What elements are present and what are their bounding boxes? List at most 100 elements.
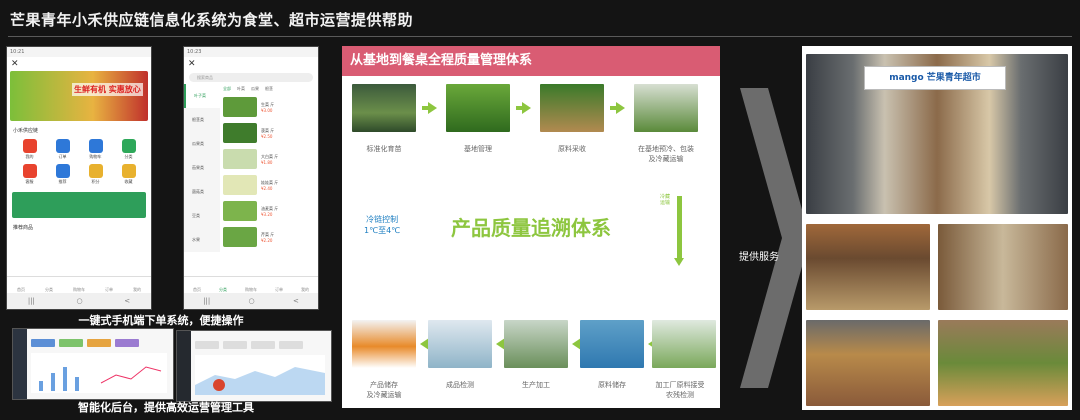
tab-category[interactable]: 分类 bbox=[45, 277, 53, 293]
category-item[interactable]: 菌菇类 bbox=[184, 180, 220, 204]
tab-all[interactable]: 全部 bbox=[223, 86, 231, 92]
close-icon[interactable]: ✕ bbox=[7, 57, 151, 71]
tab-melon[interactable]: 瓜果 bbox=[251, 86, 259, 92]
photo-testing bbox=[428, 320, 492, 368]
arrow-right-icon bbox=[422, 102, 437, 114]
home-icon[interactable]: ○ bbox=[77, 297, 83, 305]
stage-label: 加工厂原料接受 农残检测 bbox=[655, 381, 705, 399]
status-bar: 10:21 bbox=[7, 47, 151, 57]
tab-me[interactable]: 我的 bbox=[133, 277, 141, 293]
icon-item[interactable]: 订单 bbox=[46, 139, 79, 160]
tab-orders[interactable]: 订单 bbox=[105, 277, 113, 293]
arrow-down-icon bbox=[674, 258, 684, 266]
android-nav-bar: ||| ○ < bbox=[7, 293, 151, 309]
photo-store-interior bbox=[806, 224, 930, 310]
admin-dashboard-screenshot bbox=[176, 330, 332, 402]
icon-item[interactable]: 分类 bbox=[112, 139, 145, 160]
product-list: 全部 叶菜 瓜果 根茎 生菜 斤 ¥3.00 菠菜 斤 ¥2.50 大白菜 斤 ¥1.… bbox=[220, 84, 318, 252]
home-icon[interactable]: ○ bbox=[249, 297, 255, 305]
vertical-label: 冷藏运输 bbox=[660, 194, 671, 206]
category-item[interactable]: 水果 bbox=[184, 228, 220, 252]
icon-item[interactable]: 客服 bbox=[13, 164, 46, 185]
recents-icon[interactable]: ||| bbox=[203, 297, 210, 305]
stage-label: 基地管理 bbox=[464, 145, 492, 153]
category-sidebar: 叶子菜 根茎类 瓜果类 茄果类 菌菇类 豆类 水果 bbox=[184, 84, 220, 252]
tab-orders[interactable]: 订单 bbox=[275, 277, 283, 293]
icon-item[interactable]: 推荐 bbox=[46, 164, 79, 185]
tab-cart[interactable]: 购物车 bbox=[73, 277, 85, 293]
phone-screenshot-category: 10:23 ✕ 搜索商品 叶子菜 根茎类 瓜果类 茄果类 菌菇类 豆类 水果 全… bbox=[183, 46, 319, 310]
arrow-right-icon bbox=[610, 102, 625, 114]
category-item[interactable]: 茄果类 bbox=[184, 156, 220, 180]
stage-label: 产品储存 及冷藏运输 bbox=[366, 381, 402, 399]
bottom-tab-bar: 首页 分类 购物车 订单 我的 bbox=[7, 276, 151, 293]
category-item[interactable]: 根茎类 bbox=[184, 108, 220, 132]
recommend-heading: 推荐商品 bbox=[13, 225, 34, 231]
arrow-right-icon bbox=[516, 102, 531, 114]
feature-icon-grid: 我的 订单 购物车 分类 客服 推荐 积分 收藏 bbox=[7, 136, 151, 188]
photo-store-interior bbox=[806, 320, 930, 406]
service-label: 提供服务 bbox=[739, 252, 779, 263]
recents-icon[interactable]: ||| bbox=[28, 297, 35, 305]
admin-dashboard-screenshot bbox=[12, 328, 174, 400]
phone-screenshot-home: 10:21 ✕ 生鲜有机 实惠放心 小禾供应链 我的 订单 购物车 分类 客服 … bbox=[6, 46, 152, 310]
status-bar: 10:23 bbox=[184, 47, 318, 57]
search-input[interactable]: 搜索商品 bbox=[189, 73, 313, 82]
title-divider bbox=[8, 36, 1072, 37]
tab-cart[interactable]: 购物车 bbox=[245, 277, 257, 293]
panel-header: 从基地到餐桌全程质量管理体系 bbox=[342, 46, 720, 76]
category-item[interactable]: 豆类 bbox=[184, 204, 220, 228]
close-icon[interactable]: ✕ bbox=[184, 57, 318, 71]
backend-caption: 智能化后台，提供高效运营管理工具 bbox=[78, 401, 254, 414]
photo-store-interior bbox=[938, 320, 1068, 406]
list-item[interactable]: 菠菜 斤 ¥2.50 bbox=[220, 120, 318, 146]
quality-system-panel: 从基地到餐桌全程质量管理体系 标准化育苗 基地管理 原料采收 在基地预冷、包装 … bbox=[342, 46, 720, 408]
icon-item[interactable]: 购物车 bbox=[79, 139, 112, 160]
tab-home[interactable]: 首页 bbox=[17, 277, 25, 293]
photo-processing bbox=[504, 320, 568, 368]
stage-label: 原料采收 bbox=[558, 145, 586, 153]
list-item[interactable]: 芹菜 斤 ¥2.20 bbox=[220, 224, 318, 250]
photo-inspection bbox=[652, 320, 716, 368]
stage-label: 在基地预冷、包装 及冷藏运输 bbox=[638, 145, 694, 163]
store-photos: mango 芒果青年超市 bbox=[802, 46, 1072, 410]
android-nav-bar: ||| ○ < bbox=[184, 293, 318, 309]
banner-text: 生鲜有机 实惠放心 bbox=[72, 83, 143, 96]
shop-name: 小禾供应链 bbox=[13, 128, 39, 134]
chevron-right-icon bbox=[740, 88, 810, 388]
stage-label: 标准化育苗 bbox=[366, 145, 402, 153]
list-item[interactable]: 油麦菜 斤 ¥3.20 bbox=[220, 198, 318, 224]
tab-home[interactable]: 首页 bbox=[193, 277, 201, 293]
photo-harvest bbox=[540, 84, 604, 132]
list-item[interactable]: 大白菜 斤 ¥1.80 bbox=[220, 146, 318, 172]
category-item[interactable]: 瓜果类 bbox=[184, 132, 220, 156]
icon-item[interactable]: 我的 bbox=[13, 139, 46, 160]
back-icon[interactable]: < bbox=[293, 297, 299, 305]
photo-storage bbox=[580, 320, 644, 368]
list-item[interactable]: 娃娃菜 斤 ¥2.40 bbox=[220, 172, 318, 198]
stage-label: 成品检测 bbox=[446, 381, 474, 389]
photo-base bbox=[446, 84, 510, 132]
tab-category[interactable]: 分类 bbox=[219, 277, 227, 293]
tab-me[interactable]: 我的 bbox=[301, 277, 309, 293]
produce-banner: 生鲜有机 实惠放心 bbox=[10, 71, 148, 121]
page-title: 芒果青年小禾供应链信息化系统为食堂、超市运营提供帮助 bbox=[10, 11, 414, 29]
tab-root[interactable]: 根茎 bbox=[265, 86, 273, 92]
photo-packing bbox=[634, 84, 698, 132]
down-arrow-shaft bbox=[677, 196, 682, 260]
bottom-tab-bar: 首页 分类 购物车 订单 我的 bbox=[184, 276, 318, 293]
icon-item[interactable]: 积分 bbox=[79, 164, 112, 185]
category-item[interactable]: 叶子菜 bbox=[184, 84, 220, 108]
photo-truck bbox=[352, 320, 416, 368]
store-sign: mango 芒果青年超市 bbox=[864, 66, 1006, 90]
list-item[interactable]: 生菜 斤 ¥3.00 bbox=[220, 94, 318, 120]
photo-seedling bbox=[352, 84, 416, 132]
tab-leaf[interactable]: 叶菜 bbox=[237, 86, 245, 92]
photo-storefront: mango 芒果青年超市 bbox=[806, 54, 1068, 214]
mobile-caption: 一键式手机端下单系统，便捷操作 bbox=[78, 314, 244, 327]
photo-store-interior bbox=[938, 224, 1068, 310]
back-icon[interactable]: < bbox=[124, 297, 130, 305]
stage-label: 生产加工 bbox=[522, 381, 550, 389]
icon-item[interactable]: 收藏 bbox=[112, 164, 145, 185]
promo-banner[interactable] bbox=[12, 192, 146, 218]
